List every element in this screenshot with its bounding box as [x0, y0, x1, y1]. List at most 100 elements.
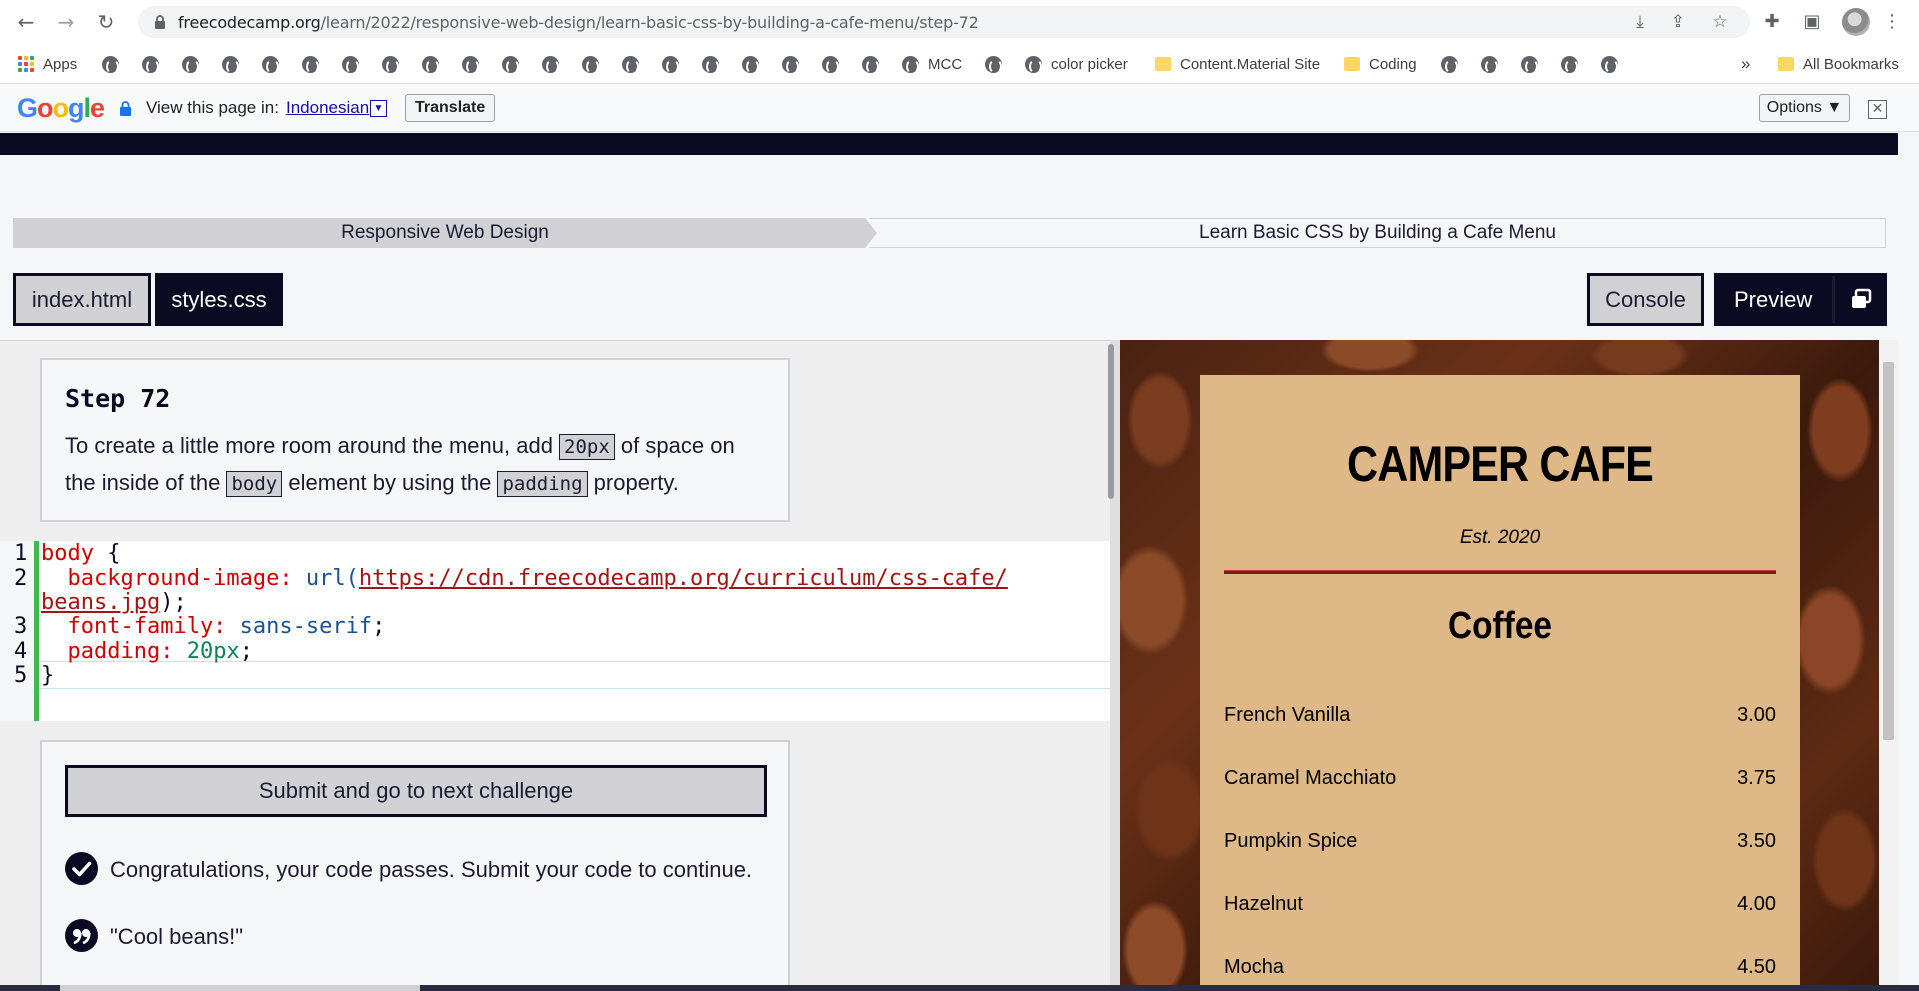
bookmark-label: Apps	[43, 55, 78, 73]
code-url: beans.jpg	[41, 590, 161, 615]
bookmark-globe-icon[interactable]	[422, 52, 439, 76]
bookmark-globe-icon[interactable]	[102, 52, 119, 76]
quote-icon	[65, 919, 98, 952]
preview-button[interactable]: Preview	[1714, 273, 1887, 326]
bookmark-globe-icon[interactable]	[462, 52, 479, 76]
menu-divider	[1224, 570, 1776, 574]
pass-message: Congratulations, your code passes. Submi…	[110, 857, 753, 882]
menu-item-price: 3.50	[1737, 830, 1776, 852]
bookmark-globe-icon[interactable]	[222, 52, 239, 76]
address-bar[interactable]: freecodecamp.org/learn/2022/responsive-w…	[138, 6, 1750, 38]
bookmark-globe-icon[interactable]	[1441, 52, 1458, 76]
bookmarks-overflow-button[interactable]: »	[1741, 52, 1750, 76]
result-panel: Submit and go to next challenge Congratu…	[40, 740, 790, 991]
extensions-icon[interactable]: ✚	[1760, 10, 1784, 34]
code-property: background-image:	[41, 566, 293, 591]
breadcrumb: Learn Basic CSS by Building a Cafe Menu …	[13, 218, 1886, 248]
back-icon[interactable]: ←	[12, 8, 40, 36]
bookmark-globe-icon[interactable]	[1601, 52, 1618, 76]
folder-icon	[1155, 57, 1171, 71]
breadcrumb-superblock[interactable]: Responsive Web Design	[13, 218, 877, 248]
bookmark-globe-icon[interactable]	[502, 52, 519, 76]
menu-item-name: Mocha	[1224, 956, 1285, 978]
bookmark-globe-icon[interactable]	[1481, 52, 1498, 76]
translate-language-link[interactable]: Indonesian	[286, 98, 369, 118]
star-icon[interactable]: ☆	[1710, 12, 1730, 32]
code-line[interactable]: font-family: sans-serif;	[41, 614, 385, 639]
url-text[interactable]: freecodecamp.org/learn/2022/responsive-w…	[178, 13, 979, 32]
bookmark-globe-icon[interactable]	[822, 52, 839, 76]
bookmark-globe-icon[interactable]	[542, 52, 559, 76]
console-button[interactable]: Console	[1587, 273, 1704, 326]
forward-icon[interactable]: →	[52, 8, 80, 36]
editor-scrollbar[interactable]	[1108, 344, 1114, 499]
bookmark-globe-icon[interactable]	[382, 52, 399, 76]
lock-icon[interactable]	[152, 14, 168, 30]
install-icon[interactable]: ⤓	[1630, 12, 1650, 32]
inline-code: body	[226, 471, 283, 497]
text: property.	[587, 470, 679, 495]
bookmark-globe-icon[interactable]	[582, 52, 599, 76]
bookmark-mcc[interactable]: MCC	[902, 52, 962, 76]
bookmark-globe-icon[interactable]	[262, 52, 279, 76]
bookmark-globe-icon[interactable]	[342, 52, 359, 76]
code-line[interactable]: background-image: url(https://cdn.freeco…	[41, 566, 1007, 591]
bookmark-globe-icon[interactable]	[702, 52, 719, 76]
bookmark-content-material[interactable]: Content.Material Site	[1155, 52, 1320, 76]
popout-icon[interactable]	[1850, 288, 1872, 310]
preview-pane[interactable]: CAMPER CAFE Est. 2020 Coffee French Vani…	[1120, 340, 1879, 991]
url-path: /learn/2022/responsive-web-design/learn-…	[320, 13, 979, 32]
code-property: padding:	[41, 639, 174, 664]
bottom-bar-segment	[60, 985, 420, 991]
code-line-wrap[interactable]: beans.jpg);	[41, 590, 187, 615]
line-number: 4	[14, 639, 28, 664]
sidepanel-icon[interactable]: ▣	[1800, 10, 1824, 34]
bookmark-globe-icon[interactable]	[742, 52, 759, 76]
text: element by using the	[282, 470, 498, 495]
preview-scrollbar-thumb[interactable]	[1883, 362, 1894, 740]
tab-index-html[interactable]: index.html	[13, 273, 151, 326]
translate-button[interactable]: Translate	[405, 94, 496, 122]
all-bookmarks-button[interactable]: All Bookmarks	[1778, 52, 1899, 76]
bookmark-globe-icon[interactable]	[662, 52, 679, 76]
bookmark-globe-icon[interactable]	[1521, 52, 1538, 76]
tab-styles-css[interactable]: styles.css	[155, 273, 283, 326]
bookmark-globe-icon[interactable]	[142, 52, 159, 76]
chevron-down-icon[interactable]: ▼	[370, 100, 387, 117]
code-line[interactable]: body {	[41, 541, 120, 566]
profile-avatar[interactable]	[1842, 8, 1870, 36]
bookmark-globe-icon[interactable]	[862, 52, 879, 76]
submit-button[interactable]: Submit and go to next challenge	[65, 765, 767, 817]
step-description: To create a little more room around the …	[65, 428, 765, 502]
bookmark-globe-icon[interactable]	[182, 52, 199, 76]
code-line[interactable]: }	[41, 663, 54, 688]
bookmark-coding[interactable]: Coding	[1344, 52, 1417, 76]
line-number: 2	[14, 566, 28, 591]
menu-item-price: 3.00	[1737, 704, 1776, 726]
breadcrumb-course[interactable]: Learn Basic CSS by Building a Cafe Menu	[869, 218, 1886, 248]
preview-label: Preview	[1734, 286, 1813, 312]
bookmark-globe-icon[interactable]	[1561, 52, 1578, 76]
code-punct: ;	[239, 639, 253, 664]
close-icon[interactable]: ✕	[1868, 100, 1887, 119]
menu-icon[interactable]: ⋮	[1880, 10, 1904, 34]
reload-icon[interactable]: ↻	[92, 8, 120, 36]
bookmark-globe-icon[interactable]	[985, 52, 1002, 76]
bookmark-label: MCC	[928, 55, 963, 73]
code-punct: );	[160, 590, 187, 615]
translate-options-button[interactable]: Options ▼	[1759, 94, 1850, 122]
step-title: Step 72	[65, 384, 171, 413]
bookmarks-bar: Apps MCC color picker Content.Material S…	[0, 44, 1919, 84]
menu-item-price: 3.75	[1737, 767, 1776, 789]
code-punct: ;	[372, 614, 386, 639]
bookmark-globe-icon[interactable]	[782, 52, 799, 76]
code-editor[interactable]: 1 2 3 4 5 body { background-image: url(h…	[0, 541, 1110, 721]
code-line[interactable]: padding: 20px;	[41, 639, 253, 664]
bookmark-globe-icon[interactable]	[302, 52, 319, 76]
bookmark-color-picker[interactable]: color picker	[1025, 52, 1128, 76]
bookmark-globe-icon[interactable]	[622, 52, 639, 76]
inline-code: padding	[497, 471, 588, 497]
share-icon[interactable]: ⇪	[1668, 12, 1688, 32]
bookmark-apps[interactable]: Apps	[18, 52, 77, 76]
menu-item-name: Hazelnut	[1224, 893, 1303, 915]
